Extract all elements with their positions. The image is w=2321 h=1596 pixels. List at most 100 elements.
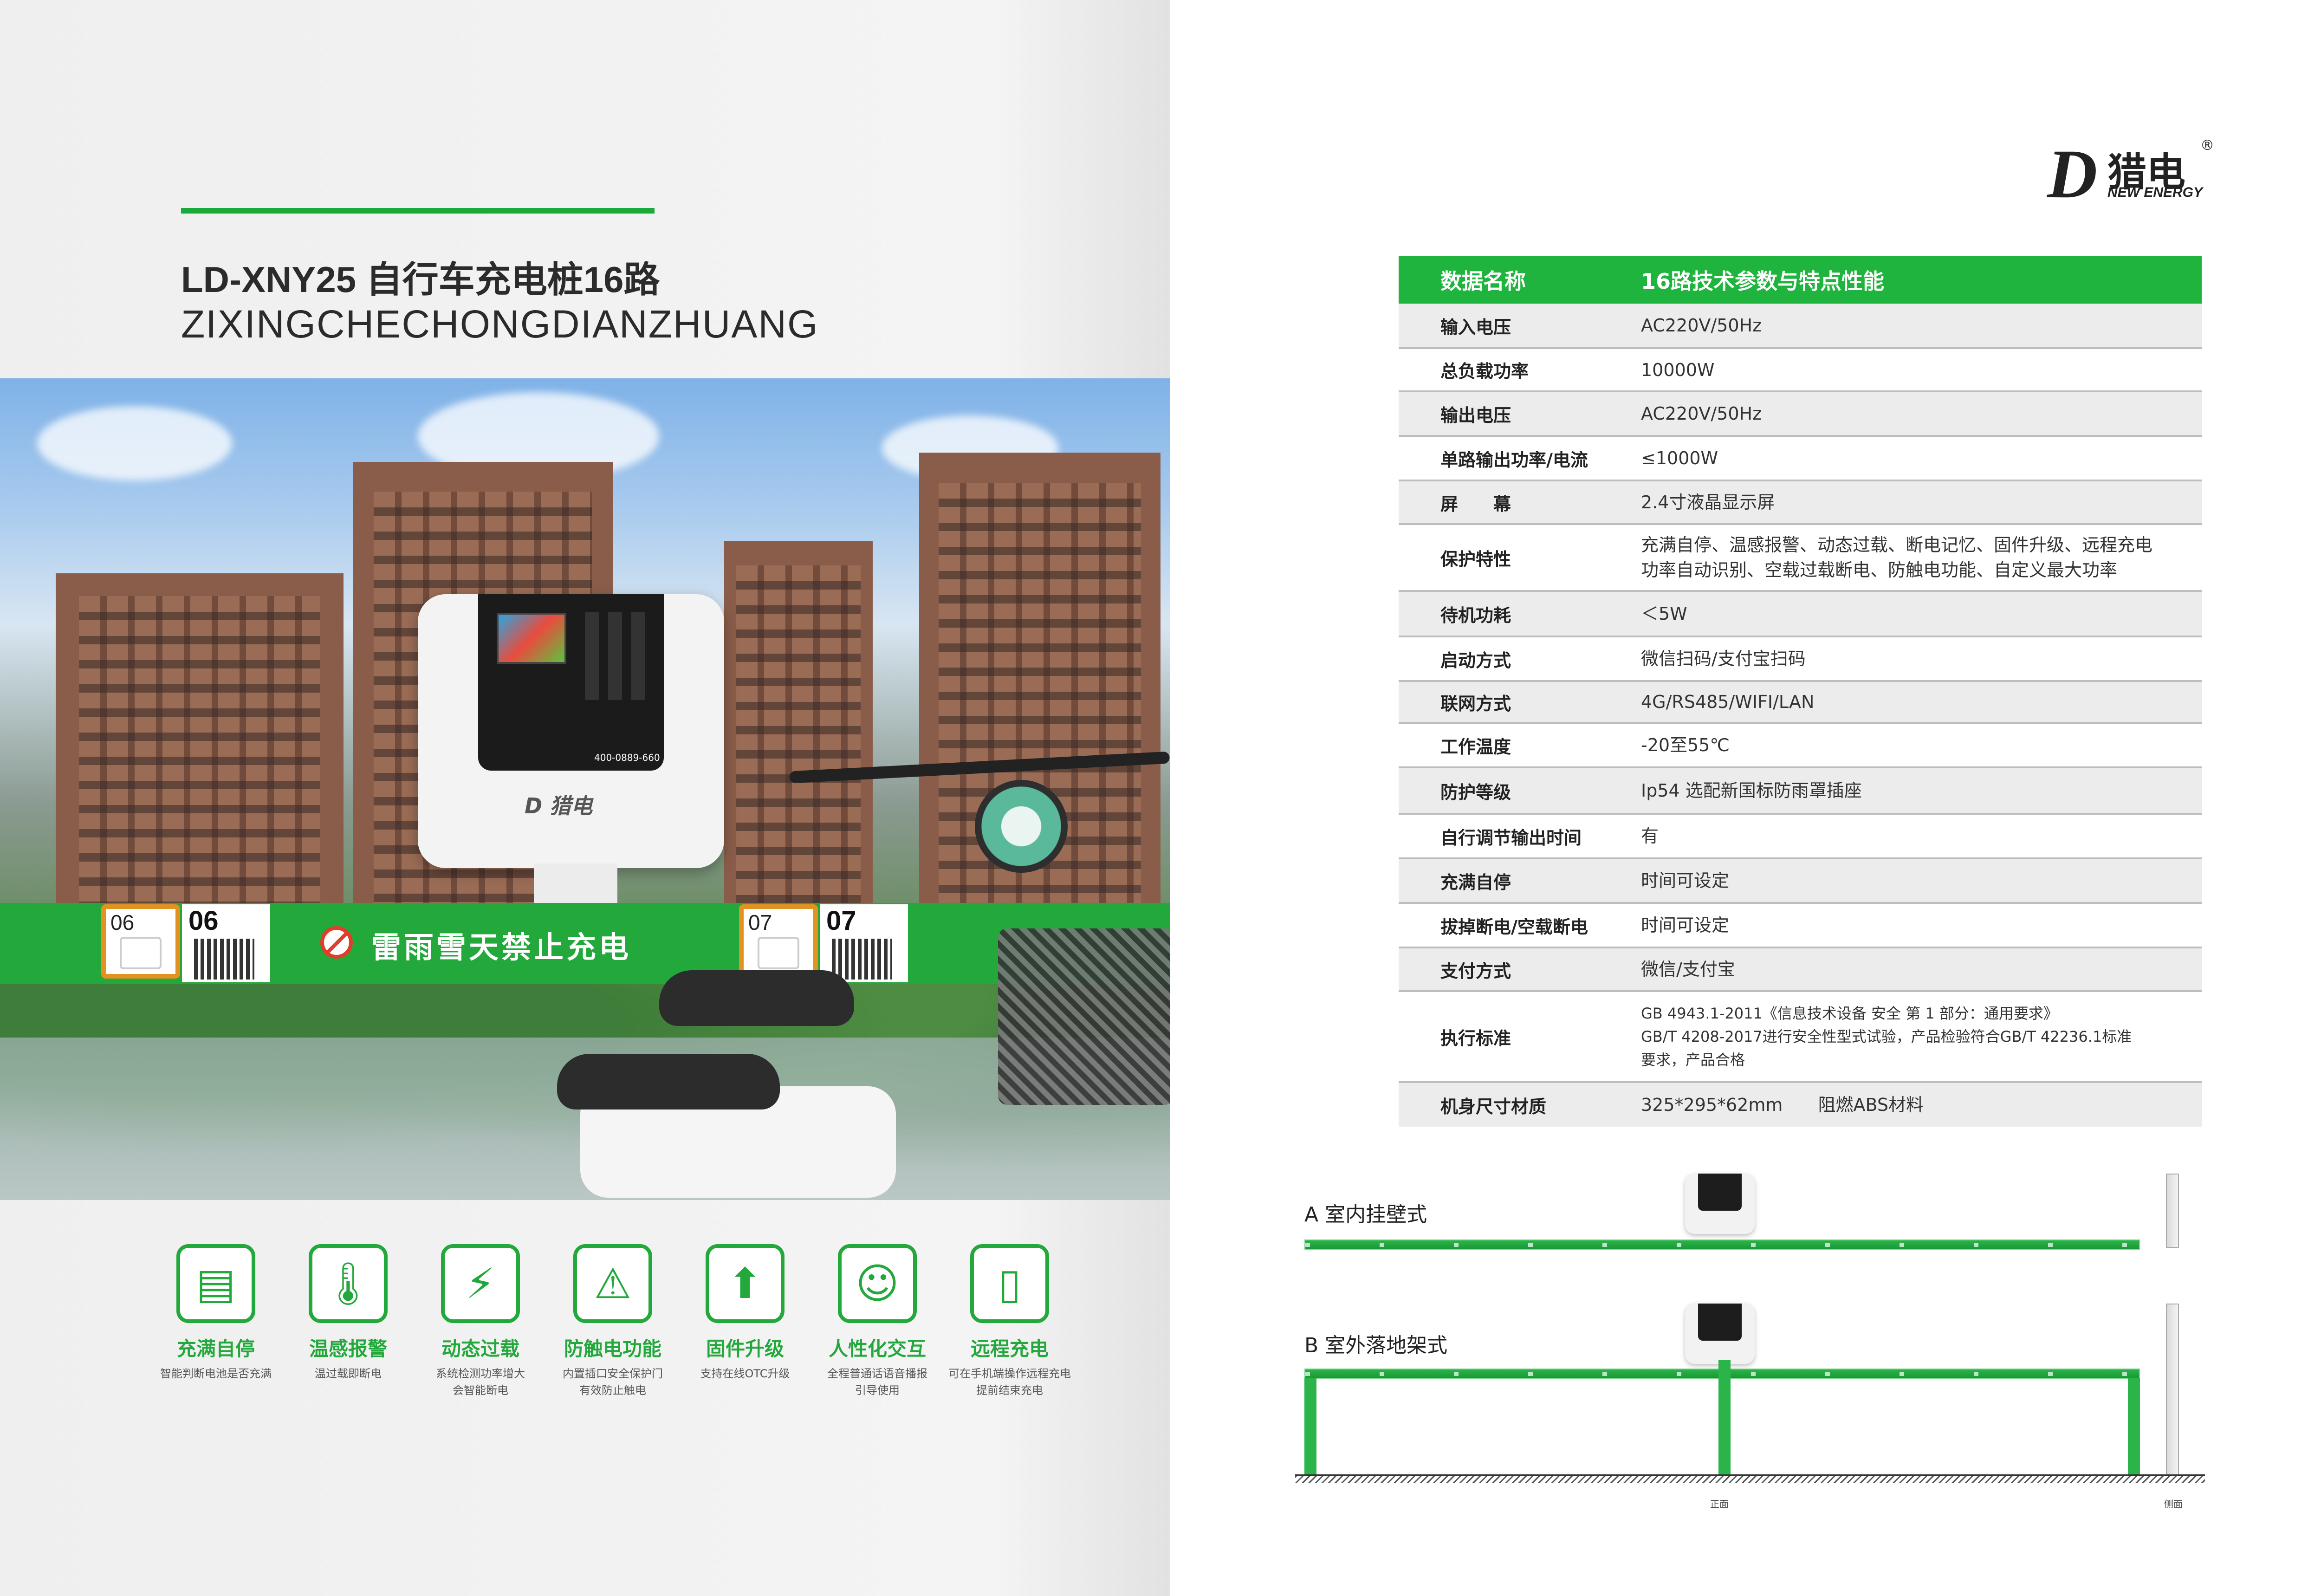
phone-icon: ▯ [970,1244,1049,1323]
table-row: 启动方式 微信扫码/支付宝扫码 [1399,637,2202,682]
side-view-wall [2166,1174,2179,1248]
table-row: 机身尺寸材质 325*295*62mm 阻燃ABS材料 [1399,1083,2202,1127]
upgrade-icon: ⬆ [706,1244,784,1323]
mount-a-label: A 室内挂壁式 [1304,1203,1427,1226]
row-name: 屏 幕 [1440,493,1511,514]
row-value: ＜5W [1641,603,1687,624]
feature-title: 温感报警 [309,1337,387,1360]
head-icon: ☺ [838,1244,917,1323]
row-name: 输出电压 [1440,405,1511,426]
battery-icon: ▤ [176,1244,255,1323]
qr-code-icon [194,939,254,980]
feature-item: ⬆ 固件升级 支持在线OTC升级 [682,1244,808,1382]
brand-logo: D 猎电 ® NEW ENERGY [2047,135,2214,209]
feature-item: 🌡 温感报警 温过载即断电 [285,1244,411,1382]
row-value: Ip54 选配新国标防雨罩插座 [1641,780,1862,801]
bike-basket [998,928,1170,1105]
feature-item: ⚡ 动态过载 系统检测功率增大 会智能断电 [418,1244,543,1399]
row-value: 4G/RS485/WIFI/LAN [1641,692,1815,712]
feature-desc: 可在手机端操作远程充电 提前结束充电 [948,1367,1071,1397]
qr-code-icon [832,939,892,980]
left-page: LD-XNY25 自行车充电桩16路 ZIXINGCHECHONGDIANZHU… [0,0,1170,1596]
feature-desc: 内置插口安全保护门 有效防止触电 [563,1367,663,1397]
no-charging-icon [320,926,353,959]
logo-mark-icon: D [2047,136,2098,213]
row-value: 微信扫码/支付宝扫码 [1641,649,1806,669]
row-name: 启动方式 [1440,650,1511,671]
qr-07: 07 [820,904,908,982]
feature-item: ⚠ 防触电功能 内置插口安全保护门 有效防止触电 [550,1244,675,1399]
table-row: 联网方式 4G/RS485/WIFI/LAN [1399,682,2202,724]
shield-icon: ⚠ [573,1244,652,1323]
row-value: 时间可设定 [1641,870,1730,891]
table-row: 执行标准 GB 4943.1-2011《信息技术设备 安全 第 1 部分：通用要求… [1399,992,2202,1083]
socket-number: 07 [748,910,772,934]
building [56,573,344,954]
side-view-stand [2166,1304,2179,1475]
brochure-spread: LD-XNY25 自行车充电桩16路 ZIXINGCHECHONGDIANZHU… [0,0,2321,1596]
table-row: 保护特性 充满自停、温感报警、动态过载、断电记忆、固件升级、远程充电 功率自动识别… [1399,525,2202,592]
feature-title: 人性化交互 [828,1337,926,1360]
right-page: D 猎电 ® NEW ENERGY 数据名称 16路技术参数与特点性能 输入电压… [1170,0,2321,1596]
front-view-caption: 正面 [1710,1499,1729,1510]
side-view-caption: 侧面 [2164,1499,2183,1510]
row-value: 时间可设定 [1641,915,1730,935]
feature-item: ▯ 远程充电 可在手机端操作远程充电 提前结束充电 [947,1244,1072,1399]
stand-pole [2128,1378,2140,1475]
row-name: 待机功耗 [1440,605,1511,626]
logo-en: NEW ENERGY [2107,185,2203,200]
row-name: 拔掉断电/空载断电 [1440,916,1588,937]
feature-list: ▤ 充满自停 智能判断电池是否充满 🌡 温感报警 温过载即断电 ⚡ 动态过载 系… [153,1244,1128,1430]
bike-seat [659,970,854,1026]
cloud [37,406,232,480]
table-row: 输出电压 AC220V/50Hz [1399,392,2202,437]
row-name: 防护等级 [1440,782,1511,803]
row-name: 输入电压 [1440,317,1511,337]
row-name: 工作温度 [1440,736,1511,757]
row-value: -20至55℃ [1641,735,1730,755]
charger-logo: D 猎电 [525,793,593,818]
row-value: AC220V/50Hz [1641,403,1762,424]
spec-table-header: 数据名称 16路技术参数与特点性能 [1399,256,2202,304]
feature-desc: 系统检测功率增大 会智能断电 [436,1367,525,1397]
table-row: 总负载功率 10000W [1399,349,2202,392]
row-name: 联网方式 [1440,693,1511,714]
title-rule [181,208,655,214]
spec-table: 数据名称 16路技术参数与特点性能 输入电压 AC220V/50Hz 总负载功率 1… [1399,256,2202,1127]
header-value: 16路技术参数与特点性能 [1641,269,1885,294]
feature-item: ▤ 充满自停 智能判断电池是否充满 [153,1244,279,1382]
row-name: 支付方式 [1440,960,1511,981]
feature-title: 防触电功能 [564,1337,661,1360]
row-value: AC220V/50Hz [1641,315,1762,336]
charger-post [534,863,617,905]
row-value: 325*295*62mm 阻燃ABS材料 [1641,1095,1924,1115]
keypad [580,612,650,700]
row-name: 自行调节输出时间 [1440,827,1582,848]
socket-number: 06 [110,910,135,934]
qr-06: 06 [182,904,270,982]
table-row: 拔掉断电/空载断电 时间可设定 [1399,904,2202,948]
row-value: ≤1000W [1641,448,1718,468]
row-name: 机身尺寸材质 [1440,1096,1547,1117]
row-value: 有 [1641,826,1659,846]
row-name: 执行标准 [1440,1028,1511,1049]
row-name: 保护特性 [1440,549,1511,570]
spec-rows: 输入电压 AC220V/50Hz 总负载功率 10000W 输出电压 AC220V/5… [1399,304,2202,1127]
lcd-display [497,613,566,664]
table-row: 工作温度 -20至55℃ [1399,724,2202,768]
building [919,453,1160,954]
feature-title: 远程充电 [970,1337,1049,1360]
row-value: 10000W [1641,359,1715,380]
socket-outlet-icon [120,937,162,969]
feature-item: ☺ 人性化交互 全程普通话语音播报 引导使用 [815,1244,940,1399]
row-value: 充满自停、温感报警、动态过载、断电记忆、固件升级、远程充电 功率自动识别、空载过… [1641,535,2153,580]
socket-07: 07 [739,904,818,979]
stand-pole [1304,1378,1316,1475]
charger-panel: 400-0889-660 [478,594,664,771]
feature-title: 动态过载 [441,1337,519,1360]
mount-b-label: B 室外落地架式 [1304,1334,1448,1357]
qr-number: 06 [188,906,219,936]
wall-charger-icon [1685,1174,1755,1234]
table-row: 支付方式 微信/支付宝 [1399,948,2202,992]
row-name: 单路输出功率/电流 [1440,449,1588,470]
